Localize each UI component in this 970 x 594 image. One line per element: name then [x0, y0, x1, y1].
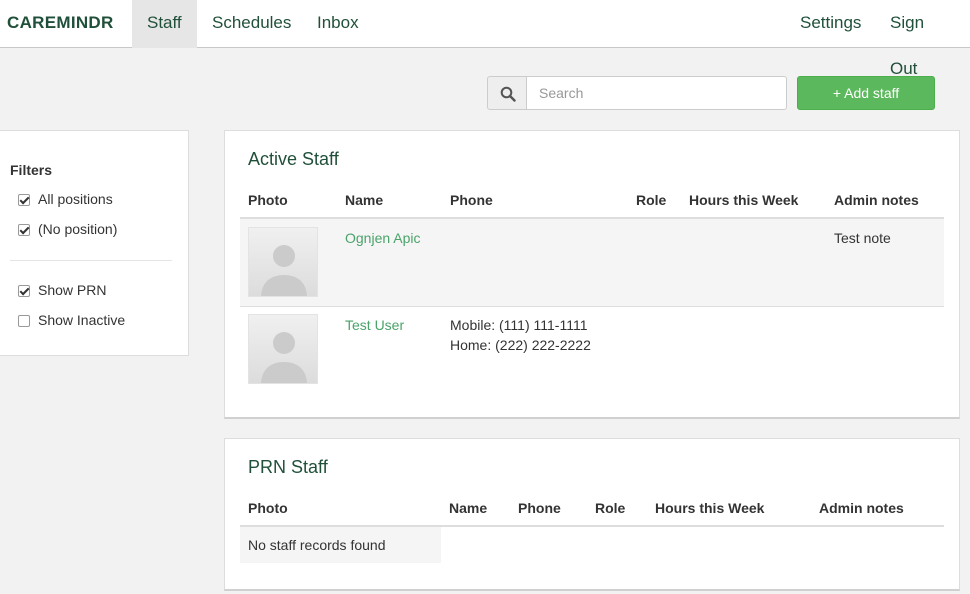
admin-note: Test note [834, 230, 891, 246]
prn-staff-panel: PRN Staff Photo Name Phone Role Hours th… [224, 438, 960, 591]
column-header-photo: Photo [248, 192, 288, 208]
table-row[interactable]: Ognjen Apic Test note [240, 219, 944, 306]
filter-label: Show PRN [38, 282, 107, 298]
column-header-name: Name [449, 500, 488, 516]
filters-panel: Filters All positions (No position) Show… [0, 130, 189, 356]
filters-divider [10, 260, 172, 261]
column-header-phone: Phone [518, 500, 561, 516]
add-staff-button[interactable]: + Add staff [797, 76, 935, 110]
panel-title: Active Staff [248, 149, 339, 169]
search-group [487, 76, 787, 110]
brand-logo[interactable]: CAREMINDR [7, 13, 114, 33]
column-header-photo: Photo [248, 500, 288, 516]
search-input[interactable] [526, 76, 787, 110]
filters-title: Filters [10, 162, 53, 178]
column-header-name: Name [345, 192, 384, 208]
filter-label: Show Inactive [38, 312, 126, 328]
empty-state-row: No staff records found [240, 527, 441, 563]
search-button[interactable] [487, 76, 527, 110]
nav-sign-out[interactable]: Sign Out [875, 0, 970, 78]
checkbox-all-positions[interactable] [18, 194, 30, 206]
column-header-phone: Phone [450, 192, 493, 208]
top-navbar: CAREMINDR Staff Schedules Inbox Settings… [0, 0, 970, 78]
user-placeholder-icon [261, 245, 307, 296]
column-header-role: Role [595, 500, 626, 516]
avatar [248, 314, 318, 384]
table-row[interactable]: Test User Mobile: (111) 111-1111 Home: (… [240, 307, 944, 394]
filter-label: All positions [38, 191, 113, 207]
panel-title: PRN Staff [248, 457, 328, 477]
column-header-hours: Hours this Week [655, 500, 765, 516]
column-header-admin-notes: Admin notes [819, 500, 904, 516]
column-header-admin-notes: Admin notes [834, 192, 919, 208]
nav-staff[interactable]: Staff [132, 0, 197, 48]
nav-schedules[interactable]: Schedules [197, 0, 306, 48]
checkbox-show-inactive[interactable] [18, 315, 30, 327]
empty-state-message: No staff records found [248, 537, 386, 553]
active-staff-panel: Active Staff Photo Name Phone Role Hours… [224, 130, 960, 419]
phone-mobile: Mobile: (111) 111-1111 [450, 317, 588, 333]
avatar [248, 227, 318, 297]
column-header-role: Role [636, 192, 667, 208]
filter-label: (No position) [38, 221, 118, 237]
search-icon [500, 86, 516, 102]
user-placeholder-icon [261, 332, 307, 383]
nav-inbox[interactable]: Inbox [302, 0, 374, 48]
nav-settings[interactable]: Settings [785, 0, 876, 48]
staff-name-link[interactable]: Test User [345, 317, 404, 333]
checkbox-no-position[interactable] [18, 224, 30, 236]
checkbox-show-prn[interactable] [18, 285, 30, 297]
column-header-hours: Hours this Week [689, 192, 799, 208]
staff-name-link[interactable]: Ognjen Apic [345, 230, 421, 246]
phone-home: Home: (222) 222-2222 [450, 337, 591, 353]
